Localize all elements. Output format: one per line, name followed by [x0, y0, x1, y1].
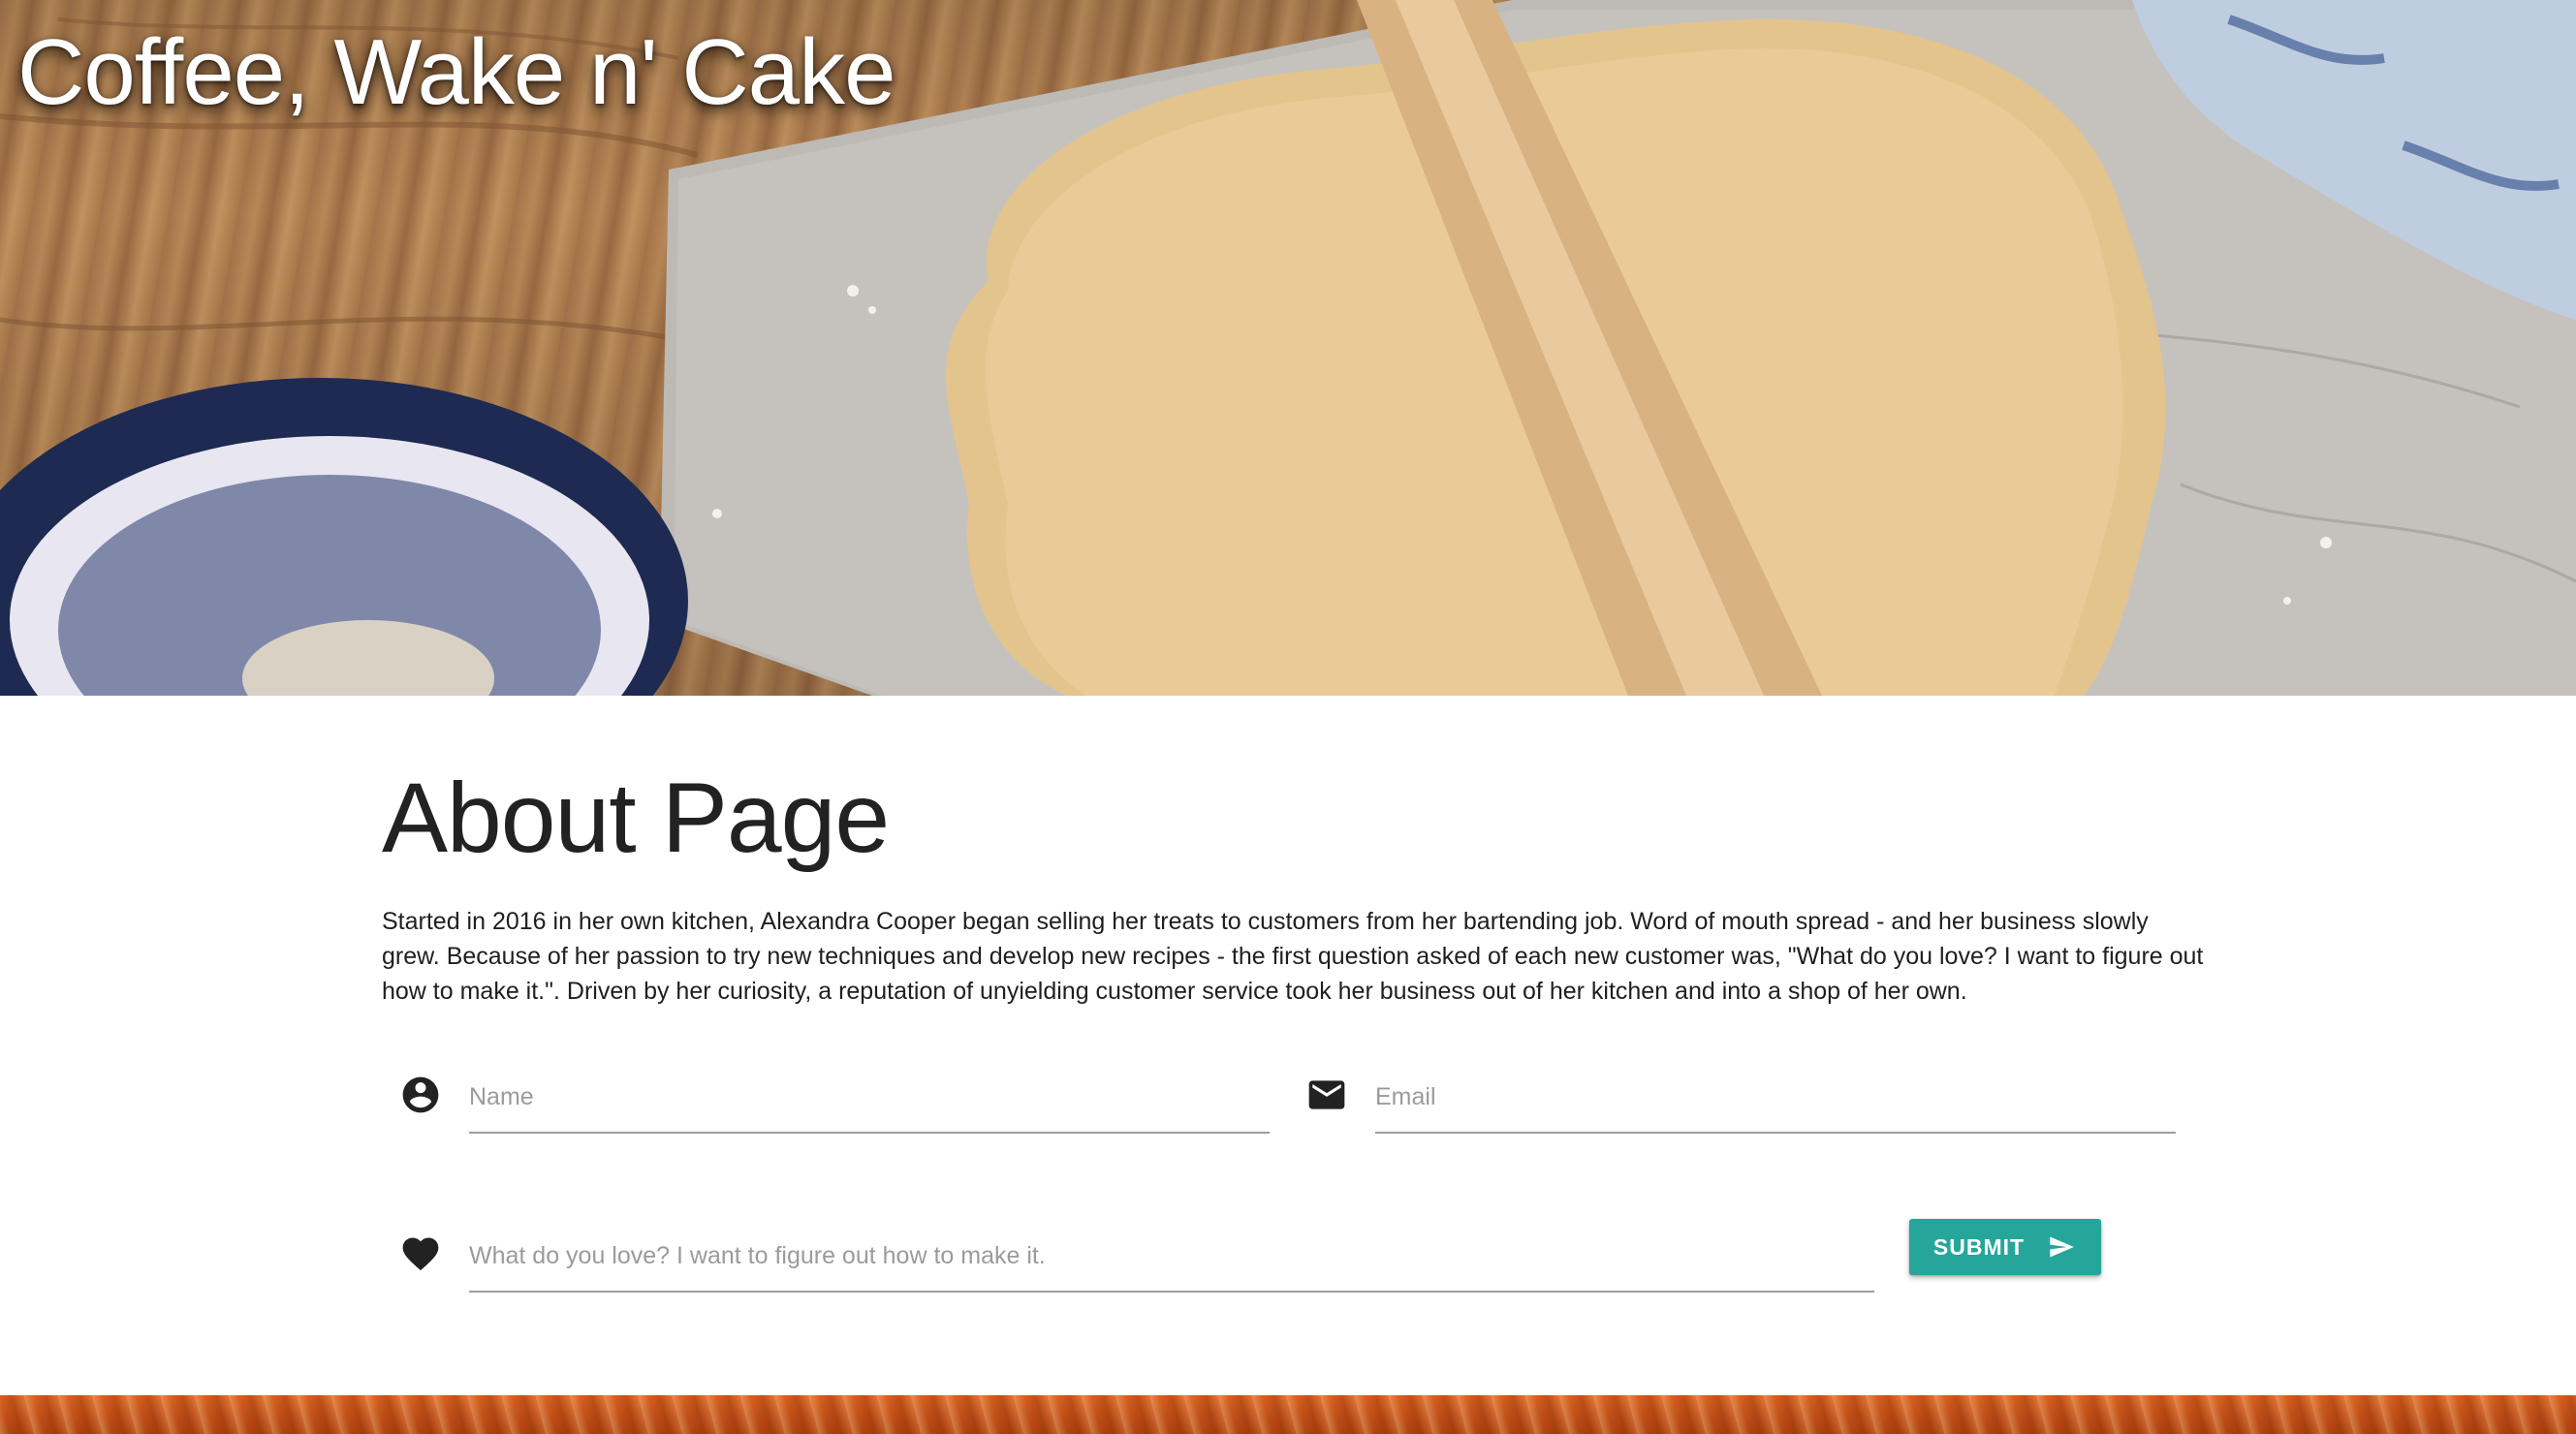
email-field [1288, 1068, 2180, 1145]
site-title[interactable]: Coffee, Wake n' Cake [17, 21, 895, 124]
footer-banner-image [0, 1395, 2576, 1434]
name-field [382, 1068, 1273, 1145]
love-field [382, 1227, 1894, 1304]
hero-banner: Coffee, Wake n' Cake [0, 0, 2576, 696]
love-input[interactable] [469, 1236, 1874, 1293]
submit-button[interactable]: SUBMIT [1909, 1219, 2101, 1275]
page-title: About Page [382, 763, 890, 873]
mail-icon [1305, 1074, 1348, 1116]
name-input[interactable] [469, 1077, 1270, 1134]
submit-label: SUBMIT [1932, 1233, 2026, 1260]
email-input[interactable] [1375, 1077, 2176, 1134]
account-circle-icon [399, 1074, 442, 1116]
about-paragraph: Started in 2016 in her own kitchen, Alex… [382, 908, 2204, 1005]
heart-icon [399, 1232, 442, 1275]
send-icon [2046, 1233, 2077, 1261]
